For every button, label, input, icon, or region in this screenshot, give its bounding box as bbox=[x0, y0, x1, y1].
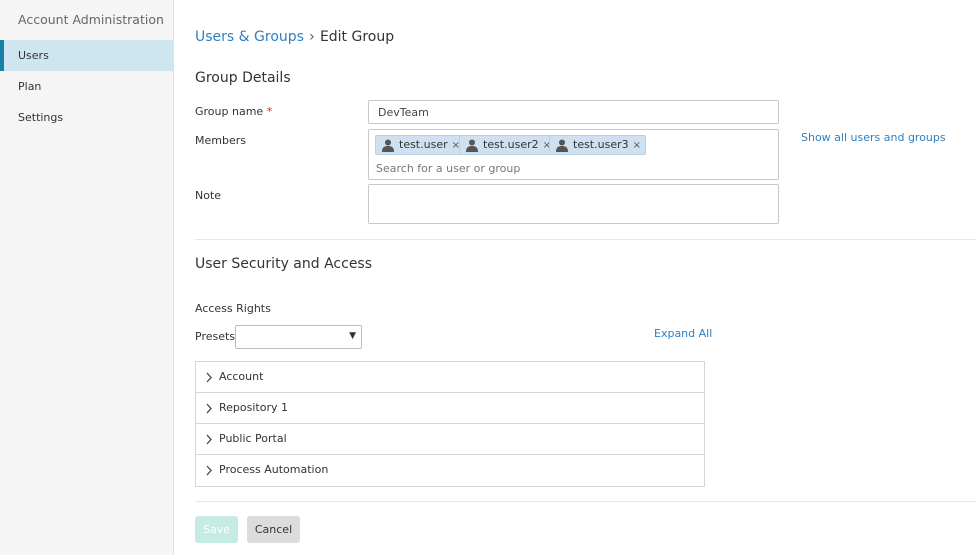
group-details-heading: Group Details bbox=[195, 70, 291, 86]
sidebar-item-settings[interactable]: Settings bbox=[0, 102, 173, 133]
breadcrumb: Users & Groups › Edit Group bbox=[195, 29, 394, 45]
breadcrumb-users-groups-link[interactable]: Users & Groups bbox=[195, 29, 304, 45]
chevron-right-icon bbox=[206, 403, 212, 414]
expand-all-link[interactable]: Expand All bbox=[654, 327, 712, 340]
members-label: Members bbox=[195, 134, 246, 147]
member-chip: test.user × bbox=[375, 135, 466, 155]
chevron-right-icon: › bbox=[309, 29, 315, 45]
section-divider bbox=[195, 239, 976, 240]
caret-down-icon: ▼ bbox=[349, 331, 356, 341]
chevron-right-icon bbox=[206, 372, 212, 383]
sidebar-item-plan[interactable]: Plan bbox=[0, 71, 173, 102]
accordion-label: Repository 1 bbox=[219, 401, 288, 414]
page-title: Edit Group bbox=[319, 29, 395, 45]
group-name-input[interactable] bbox=[368, 100, 779, 124]
remove-member-button[interactable]: × bbox=[633, 137, 641, 155]
accordion-row-account[interactable]: Account bbox=[196, 362, 704, 393]
sidebar-item-users[interactable]: Users bbox=[0, 40, 173, 71]
footer-divider bbox=[195, 501, 976, 502]
accordion-row-process-automation[interactable]: Process Automation bbox=[196, 455, 704, 486]
access-rights-label: Access Rights bbox=[195, 302, 271, 315]
members-field[interactable]: test.user × test.user2 × test.user3 × bbox=[368, 129, 779, 180]
group-name-label-text: Group name bbox=[195, 105, 264, 118]
member-chip: test.user2 × bbox=[459, 135, 557, 155]
access-rights-accordion: Account Repository 1 Public Portal Proce… bbox=[195, 361, 705, 487]
member-chip: test.user3 × bbox=[549, 135, 647, 155]
chevron-right-icon bbox=[206, 434, 212, 445]
user-icon bbox=[556, 139, 568, 152]
user-icon bbox=[466, 139, 478, 152]
required-indicator: * bbox=[266, 105, 273, 118]
show-all-users-link[interactable]: Show all users and groups bbox=[801, 131, 946, 144]
accordion-row-public-portal[interactable]: Public Portal bbox=[196, 424, 704, 455]
accordion-label: Process Automation bbox=[219, 463, 329, 476]
user-icon bbox=[382, 139, 394, 152]
member-search-input[interactable] bbox=[370, 159, 775, 177]
group-name-label: Group name * bbox=[195, 105, 272, 118]
member-chip-label: test.user3 bbox=[573, 138, 629, 151]
accordion-row-repository-1[interactable]: Repository 1 bbox=[196, 393, 704, 424]
user-security-heading: User Security and Access bbox=[195, 256, 373, 272]
note-label: Note bbox=[195, 189, 222, 202]
presets-select[interactable]: ▼ bbox=[235, 325, 362, 349]
sidebar: Account Administration Users Plan Settin… bbox=[0, 0, 174, 555]
member-chip-label: test.user2 bbox=[483, 138, 539, 151]
note-textarea[interactable] bbox=[368, 184, 779, 224]
accordion-label: Account bbox=[219, 370, 264, 383]
sidebar-title: Account Administration bbox=[18, 12, 164, 27]
cancel-button[interactable]: Cancel bbox=[247, 516, 300, 543]
chevron-right-icon bbox=[206, 465, 212, 476]
member-chip-label: test.user bbox=[399, 138, 448, 151]
accordion-label: Public Portal bbox=[219, 432, 287, 445]
save-button[interactable]: Save bbox=[195, 516, 238, 543]
presets-label: Presets bbox=[195, 330, 236, 343]
